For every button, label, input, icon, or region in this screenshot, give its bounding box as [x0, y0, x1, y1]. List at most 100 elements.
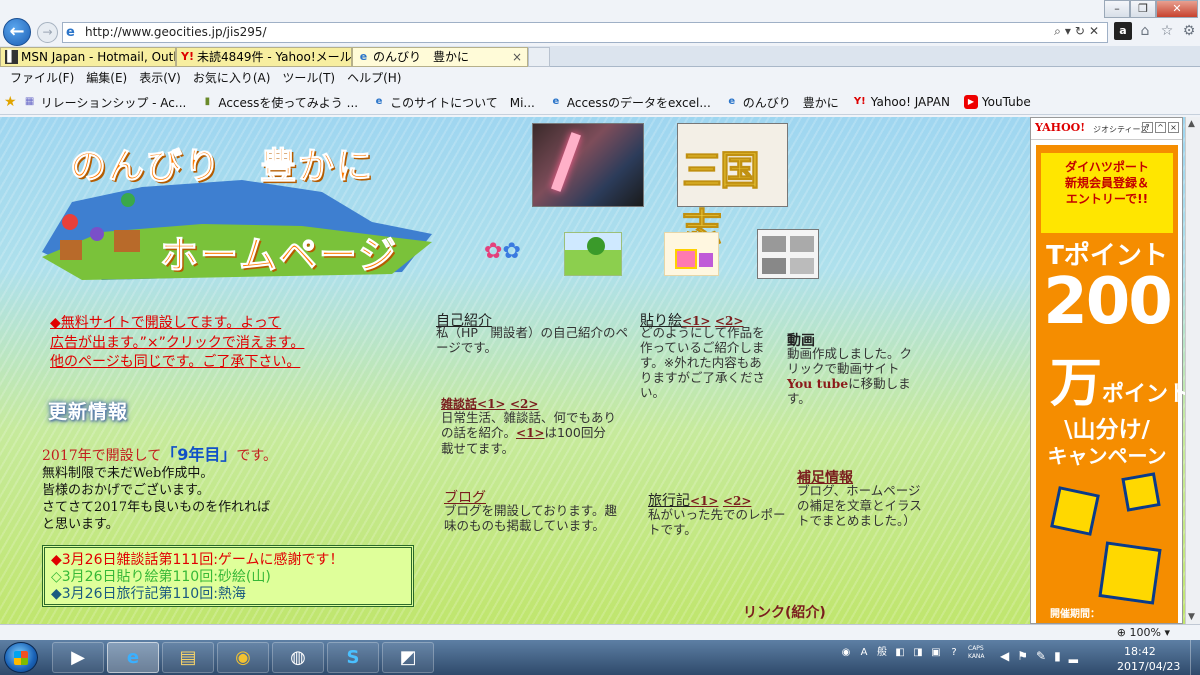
ime-icon[interactable]: ◉ — [838, 645, 854, 661]
gift-icon[interactable] — [664, 232, 719, 276]
notes-icon[interactable]: ◩ — [382, 642, 434, 673]
maximize-button[interactable]: ❐ — [1130, 0, 1156, 18]
tab-msn[interactable]: ▌ MSN Japan - Hotmail, Outl... — [0, 47, 176, 67]
photo-album-icon[interactable] — [757, 229, 819, 279]
ad-help-button[interactable]: ? — [1142, 122, 1153, 133]
home-icon[interactable]: ⌂ — [1136, 22, 1154, 40]
section-links-title[interactable]: リンク(紹介) — [743, 602, 826, 622]
book-icon: ▮ — [204, 96, 211, 107]
yahoo-icon: Y! — [181, 50, 194, 63]
caps-indicator: CAPS — [968, 645, 984, 652]
youtube-link[interactable]: You tube — [787, 376, 848, 391]
section-supplement-body: ブログ、ホームページの補足を文章とイラストでまとめました。） — [797, 483, 922, 528]
network-app-icon[interactable]: ◍ — [272, 642, 324, 673]
chrome-icon[interactable]: ◉ — [217, 642, 269, 673]
menu-help[interactable]: ヘルプ(H) — [341, 68, 407, 89]
fav-access-excel[interactable]: e Accessのデータをexcel... — [549, 94, 710, 111]
internet-explorer-icon[interactable]: e — [107, 642, 159, 673]
ad-collapse-button[interactable]: ^ — [1155, 122, 1166, 133]
fav-access-tutorial[interactable]: ▮ Accessを使ってみよう ... — [200, 94, 359, 111]
forward-button[interactable]: → — [37, 22, 58, 43]
stop-icon[interactable]: ✕ — [1089, 24, 1103, 38]
back-button[interactable]: ← — [3, 18, 31, 46]
refresh-icon[interactable]: ↻ — [1075, 24, 1089, 38]
chat-title-link[interactable]: 雑談話 — [441, 397, 477, 411]
sangokushi-photo[interactable]: 三国志 — [677, 123, 788, 253]
scroll-down-icon[interactable]: ▼ — [1188, 612, 1195, 622]
scroll-up-icon[interactable]: ▲ — [1188, 119, 1195, 129]
clock-time[interactable]: 18:42 — [1124, 645, 1156, 658]
fav-relationship[interactable]: ▦ リレーションシップ - Ac... — [23, 94, 187, 111]
show-desktop-button[interactable] — [1190, 640, 1200, 675]
zoom-level[interactable]: ⊕ 100% ▾ — [1117, 625, 1170, 641]
chat-link-1[interactable]: <1> — [477, 397, 505, 411]
flag-icon[interactable]: ⚑ — [1017, 649, 1028, 663]
search-icon[interactable]: ⌕ — [1054, 24, 1065, 38]
chat-link-2[interactable]: <2> — [510, 397, 538, 411]
tab-yahoo-mail[interactable]: Y! 未読4849件 - Yahoo!メール — [176, 47, 352, 67]
ad-banner[interactable]: YAHOO! ジオシティーズ ? ^ × ダイハツポート 新規会員登録＆ エント… — [1030, 117, 1190, 624]
power-icon[interactable]: ▮ — [1054, 649, 1061, 663]
status-bar: ⊕ 100% ▾ — [0, 624, 1200, 640]
ime-dict-icon[interactable]: ◨ — [910, 645, 926, 661]
address-bar[interactable]: e http://www.geocities.jp/jis295/ ⌕▾↻✕ — [62, 22, 1108, 43]
fav-about-site[interactable]: e このサイトについて Mi... — [372, 94, 535, 111]
menu-file[interactable]: ファイル(F) — [4, 68, 80, 89]
news-item[interactable]: ◆3月26日雑談話第111回:ゲームに感謝です！ — [51, 552, 405, 569]
ime-tool-icon[interactable]: ◧ — [892, 645, 908, 661]
chat-inline-link[interactable]: <1> — [516, 426, 544, 440]
kana-indicator: KANA — [968, 653, 985, 660]
gear-icon[interactable]: ⚙ — [1180, 22, 1198, 40]
clock-date[interactable]: 2017/04/23 — [1117, 660, 1180, 673]
ime-kanji-icon[interactable]: 般 — [874, 645, 890, 661]
travel-link-1[interactable]: <1> — [690, 494, 718, 508]
ad-creative[interactable]: ダイハツポート 新規会員登録＆ エントリーで!! Tポイント 200 万ポイント… — [1036, 145, 1190, 623]
fav-nonbiri[interactable]: e のんびり 豊かに — [725, 94, 838, 111]
ime-pad-icon[interactable]: ▣ — [928, 645, 944, 661]
new-tab-button[interactable] — [528, 47, 550, 67]
browser-chrome: – ❐ ✕ ← → e http://www.geocities.jp/jis2… — [0, 0, 1200, 117]
ad-close-button[interactable]: × — [1168, 122, 1179, 133]
menu-favorites[interactable]: お気に入り(A) — [187, 68, 277, 89]
pin-icon[interactable]: ✎ — [1036, 649, 1046, 663]
news-item[interactable]: ◆3月26日旅行記第110回:熱海 — [51, 586, 405, 603]
window-controls: – ❐ ✕ — [1104, 0, 1198, 18]
notice-line: 他のページも同じです。ご了承下さい。 — [50, 354, 301, 370]
menu-tools[interactable]: ツール(T) — [276, 68, 341, 89]
tree-landscape-icon[interactable] — [564, 232, 622, 276]
fav-youtube[interactable]: ▶ YouTube — [963, 95, 1031, 109]
section-title-text: リンク(紹介) — [743, 605, 826, 621]
favorites-star-icon[interactable]: ☆ — [1158, 22, 1176, 40]
address-tools[interactable]: ⌕▾↻✕ — [1054, 24, 1103, 39]
media-player-icon[interactable]: ▶ — [52, 642, 104, 673]
ime-toolbar: ◉ A 般 ◧ ◨ ▣ ? — [838, 645, 962, 661]
ime-mode-icon[interactable]: A — [856, 645, 872, 661]
menu-edit[interactable]: 編集(E) — [80, 68, 133, 89]
ie-page-icon: e — [359, 50, 368, 63]
tab-nonbiri[interactable]: e のんびり 豊かに × — [352, 47, 528, 67]
minimize-button[interactable]: – — [1104, 0, 1130, 18]
skype-icon[interactable]: S — [327, 642, 379, 673]
fav-yahoo-japan[interactable]: Y! Yahoo! JAPAN — [853, 95, 950, 109]
file-explorer-icon[interactable]: ▤ — [162, 642, 214, 673]
video-body-text: 動画作成しました。クリックで動画サイト — [787, 346, 913, 376]
amazon-icon[interactable]: a — [1114, 22, 1132, 40]
close-window-button[interactable]: ✕ — [1156, 0, 1198, 18]
grid-icon: ▦ — [24, 96, 35, 107]
address-url[interactable]: http://www.geocities.jp/jis295/ — [85, 25, 267, 39]
ime-help-icon[interactable]: ? — [946, 645, 962, 661]
travel-link-2[interactable]: <2> — [723, 494, 751, 508]
favorites-star-icon[interactable]: ★ — [4, 94, 17, 110]
start-button[interactable] — [4, 642, 38, 673]
tab-close-icon[interactable]: × — [512, 48, 522, 66]
ad-yellow-banner: ダイハツポート 新規会員登録＆ エントリーで!! — [1041, 153, 1173, 233]
volume-icon[interactable]: ◀ — [1000, 649, 1009, 663]
network-signal-icon[interactable]: ▂ — [1069, 649, 1078, 663]
news-item[interactable]: ◇3月26日貼り絵第110回:砂絵(山) — [51, 569, 405, 586]
flowers-icon[interactable]: ✿✿ — [484, 235, 524, 269]
vertical-scrollbar[interactable]: ▲ ▼ — [1185, 117, 1200, 624]
menu-view[interactable]: 表示(V) — [133, 68, 187, 89]
arcade-photo[interactable] — [532, 123, 644, 207]
logo-title-line2: ホームページ — [159, 233, 399, 278]
system-tray: ◀ ⚑ ✎ ▮ ▂ — [1000, 649, 1078, 663]
